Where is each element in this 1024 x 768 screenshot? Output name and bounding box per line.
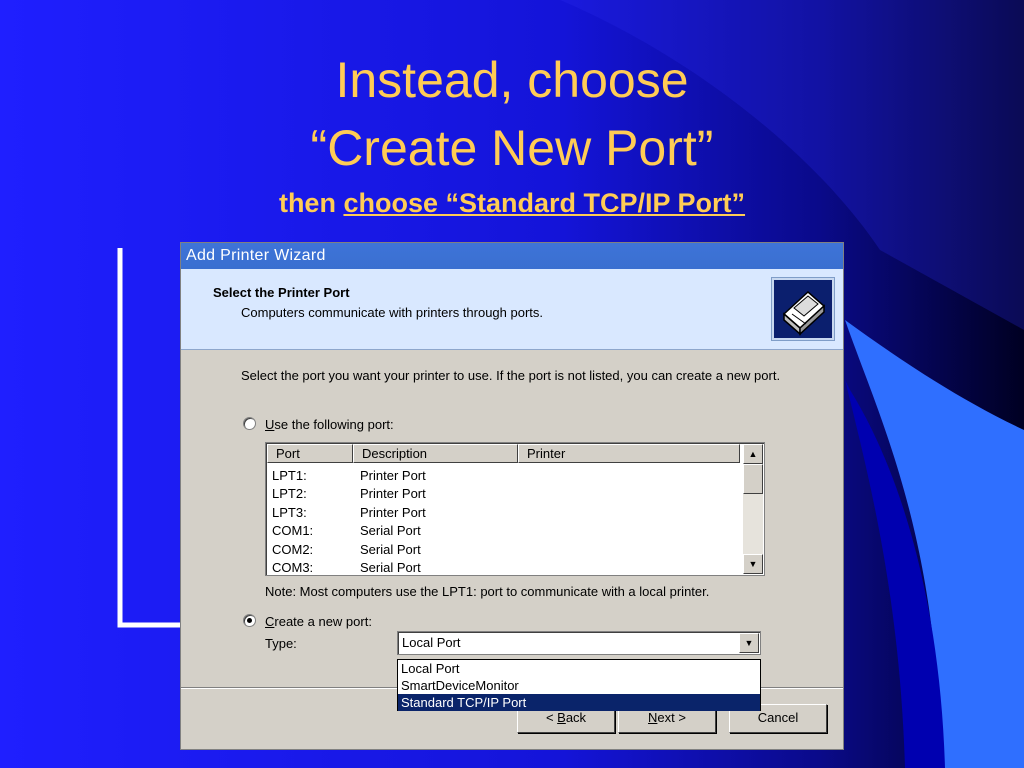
column-port[interactable]: Port: [267, 444, 353, 463]
port-cell: COM2:: [272, 542, 314, 557]
port-type-value: Local Port: [402, 635, 461, 650]
dialog-title: Add Printer Wizard: [186, 247, 326, 264]
port-list[interactable]: Port Description Printer LPT1: Printer Po…: [265, 442, 765, 576]
port-list-header: Port Description Printer: [267, 444, 741, 464]
description-cell: Serial Port: [360, 560, 421, 575]
port-cell: LPT2:: [272, 486, 307, 501]
scroll-down-arrow-icon[interactable]: ▼: [743, 554, 763, 574]
column-printer[interactable]: Printer: [518, 444, 740, 463]
scroll-thumb[interactable]: [743, 464, 763, 494]
option-local-port[interactable]: Local Port: [398, 660, 760, 677]
slide-subtitle: then choose “Standard TCP/IP Port”: [0, 187, 1024, 219]
subtitle-link: choose “Standard TCP/IP Port”: [343, 188, 746, 218]
intro-text: Select the port you want your printer to…: [241, 368, 781, 383]
next-access-key: N: [648, 710, 658, 725]
wizard-header: Select the Printer Port Computers commun…: [181, 269, 843, 350]
option-smart-device-monitor[interactable]: SmartDeviceMonitor: [398, 677, 760, 694]
slide-title-line1: Instead, choose: [335, 52, 689, 108]
create-port-label-rest: reate a new port:: [274, 614, 372, 629]
description-cell: Printer Port: [360, 486, 426, 501]
port-list-scrollbar[interactable]: ▲ ▼: [743, 444, 763, 574]
create-port-access-key: C: [265, 614, 275, 629]
use-port-label[interactable]: Use the following port:: [265, 416, 394, 433]
port-type-dropdown[interactable]: Local Port SmartDeviceMonitor Standard T…: [397, 659, 761, 711]
dialog-titlebar[interactable]: Add Printer Wizard: [181, 243, 843, 269]
port-cell: COM1:: [272, 523, 314, 538]
type-label: Type:: [265, 636, 297, 651]
use-port-access-key: U: [265, 417, 275, 432]
printer-icon: [771, 277, 835, 341]
add-printer-wizard-dialog: Add Printer Wizard Select the Printer Po…: [180, 242, 844, 750]
port-cell: LPT1:: [272, 468, 307, 483]
back-label-rest: ack: [565, 710, 587, 725]
header-title: Select the Printer Port: [213, 285, 350, 300]
port-type-select[interactable]: Local Port ▼: [397, 631, 761, 655]
chevron-down-icon[interactable]: ▼: [739, 633, 759, 653]
port-cell: LPT3:: [272, 505, 307, 520]
use-port-label-rest: se the following port:: [274, 417, 394, 432]
header-subtitle: Computers communicate with printers thro…: [241, 305, 544, 320]
scroll-up-arrow-icon[interactable]: ▲: [743, 444, 763, 464]
description-cell: Serial Port: [360, 542, 421, 557]
create-port-label[interactable]: Create a new port:: [265, 613, 372, 630]
description-cell: Printer Port: [360, 505, 426, 520]
radio-selected-dot: [247, 618, 252, 623]
back-access-key: B: [557, 710, 566, 725]
use-port-radio[interactable]: [243, 417, 256, 430]
port-cell: COM3:: [272, 560, 314, 575]
description-cell: Printer Port: [360, 468, 426, 483]
subtitle-prefix: then: [278, 188, 344, 218]
column-description[interactable]: Description: [353, 444, 518, 463]
description-cell: Serial Port: [360, 523, 421, 538]
slide-title-line2: “Create New Port”: [310, 120, 714, 176]
option-standard-tcp-ip-port[interactable]: Standard TCP/IP Port: [398, 694, 760, 711]
next-label-rest: ext >: [657, 710, 686, 725]
create-port-radio[interactable]: [243, 614, 256, 627]
back-prefix: <: [545, 710, 558, 725]
note-text: Note: Most computers use the LPT1: port …: [265, 584, 710, 599]
